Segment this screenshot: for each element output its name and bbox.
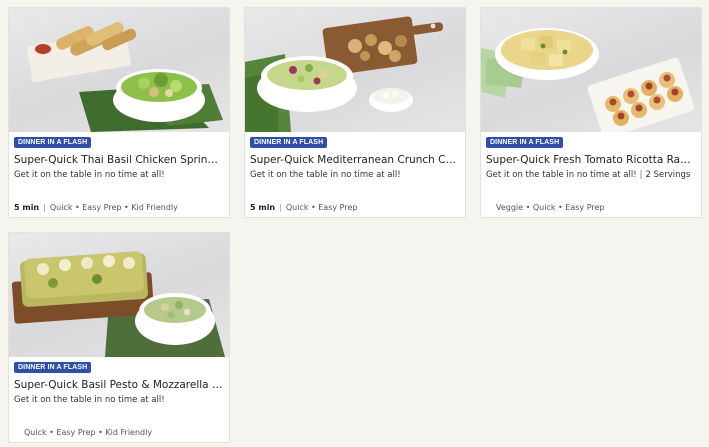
recipe-card-mediterranean-crunch[interactable]: DINNER IN A FLASH Super-Quick Mediterran… bbox=[244, 7, 466, 218]
recipe-description: Get it on the table in no time at all! bbox=[250, 170, 464, 181]
recipe-image-mediterranean[interactable] bbox=[245, 8, 465, 132]
recipe-meta: 5 min | Quick • Easy Prep bbox=[250, 203, 357, 213]
recipe-tags: Quick • Easy Prep • Kid Friendly bbox=[49, 203, 178, 212]
recipe-tags: Quick • Easy Prep bbox=[285, 203, 358, 212]
recipe-card-basil-pesto-focaccia[interactable]: DINNER IN A FLASH Super-Quick Basil Pest… bbox=[8, 232, 230, 443]
meta-divider: | bbox=[279, 203, 282, 212]
dinner-in-a-flash-badge: DINNER IN A FLASH bbox=[486, 137, 564, 148]
recipe-title[interactable]: Super-Quick Thai Basil Chicken Spring ..… bbox=[14, 153, 224, 167]
description-text: Get it on the table in no time at all! bbox=[14, 395, 165, 405]
recipe-description: Get it on the table in no time at all! bbox=[14, 395, 228, 406]
dinner-in-a-flash-badge: DINNER IN A FLASH bbox=[14, 362, 92, 373]
prep-time: 5 min bbox=[14, 203, 40, 212]
ravioli-illustration bbox=[481, 28, 695, 132]
mediterranean-salad-illustration bbox=[245, 16, 444, 132]
description-divider: | bbox=[639, 170, 643, 180]
meta-divider: | bbox=[43, 203, 46, 212]
recipe-meta: Quick • Easy Prep • Kid Friendly bbox=[24, 428, 152, 438]
recipe-card-thai-basil-chicken[interactable]: DINNER IN A FLASH Super-Quick Thai Basil… bbox=[8, 7, 230, 218]
recipe-card-tomato-ricotta-ravioli[interactable]: DINNER IN A FLASH Super-Quick Fresh Toma… bbox=[480, 7, 702, 218]
recipe-tags: Veggie • Quick • Easy Prep bbox=[496, 203, 605, 212]
prep-time: 5 min bbox=[250, 203, 276, 212]
recipe-title[interactable]: Super-Quick Basil Pesto & Mozzarella Fo.… bbox=[14, 378, 224, 392]
description-text: Get it on the table in no time at all! bbox=[250, 170, 401, 180]
recipe-meta: Veggie • Quick • Easy Prep bbox=[496, 203, 605, 213]
focaccia-salad-illustration bbox=[11, 251, 225, 357]
description-text: Get it on the table in no time at all! bbox=[486, 170, 637, 180]
recipe-image-spring-rolls[interactable] bbox=[9, 8, 229, 132]
recipe-title[interactable]: Super-Quick Fresh Tomato Ricotta Ravi... bbox=[486, 153, 696, 167]
recipe-image-ravioli[interactable] bbox=[481, 8, 701, 132]
recipe-tags: Quick • Easy Prep • Kid Friendly bbox=[24, 428, 153, 437]
recipe-description: Get it on the table in no time at all! | 2… bbox=[486, 170, 700, 181]
dinner-in-a-flash-badge: DINNER IN A FLASH bbox=[250, 137, 328, 148]
servings: 2 Servings bbox=[645, 170, 691, 180]
recipe-meta: 5 min | Quick • Easy Prep • Kid Friendly bbox=[14, 203, 178, 213]
recipe-image-focaccia[interactable] bbox=[9, 233, 229, 357]
dinner-in-a-flash-badge: DINNER IN A FLASH bbox=[14, 137, 92, 148]
recipe-title[interactable]: Super-Quick Mediterranean Crunch Chic... bbox=[250, 153, 460, 167]
recipe-description: Get it on the table in no time at all! bbox=[14, 170, 228, 181]
description-text: Get it on the table in no time at all! bbox=[14, 170, 165, 180]
spring-rolls-salad-illustration bbox=[26, 22, 223, 132]
